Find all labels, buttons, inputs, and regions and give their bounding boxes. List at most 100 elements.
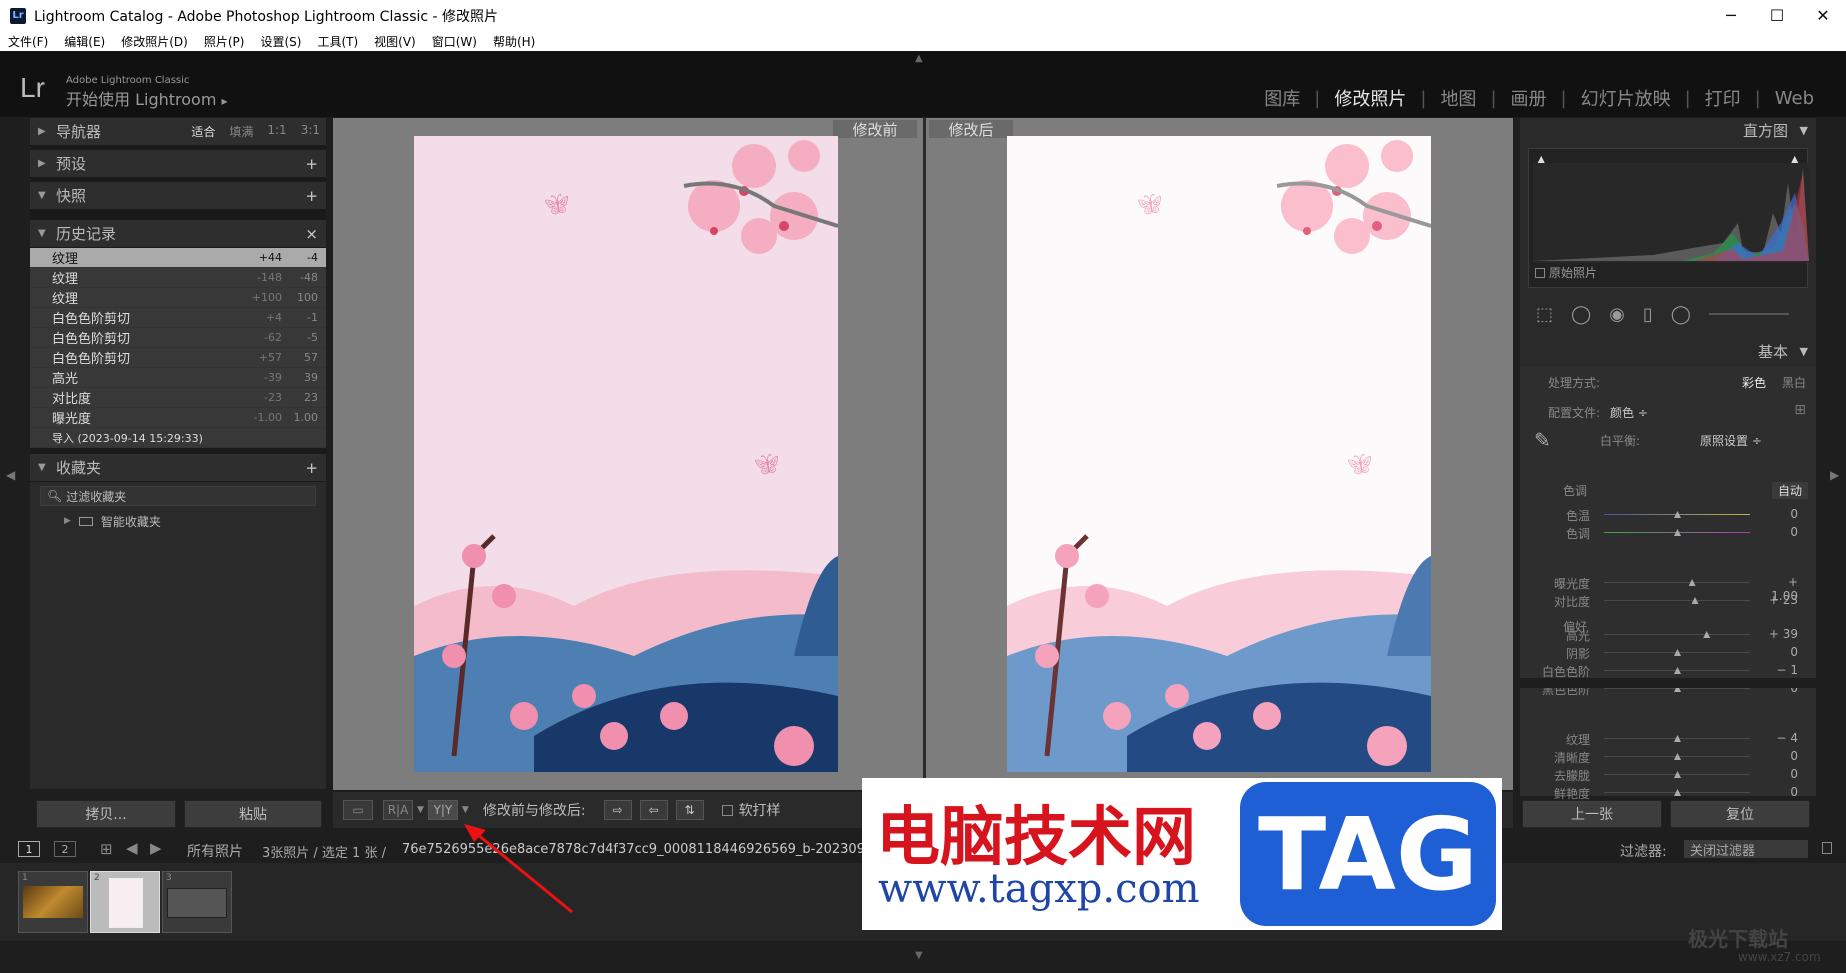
menu-tools[interactable]: 工具(T) (309, 33, 366, 50)
slider-value[interactable]: 0 (1758, 645, 1798, 659)
before-image[interactable]: 🦋︎ 🦋︎ (414, 136, 838, 772)
history-row[interactable]: 对比度 -23 23 (30, 388, 326, 408)
history-row[interactable]: 高光 -39 39 (30, 368, 326, 388)
add-snapshot-icon[interactable]: + (305, 187, 318, 205)
navigator-header[interactable]: ▶ 导航器 适合 填满 1:1 3:1 (30, 118, 326, 146)
menu-edit[interactable]: 编辑(E) (56, 33, 113, 50)
zoom-1-1[interactable]: 1:1 (267, 123, 286, 140)
loupe-view-icon[interactable]: ▭ (343, 800, 373, 820)
module-library[interactable]: 图库 (1250, 85, 1314, 111)
getting-started[interactable]: 开始使用 Lightroom ▸ (66, 86, 228, 110)
reset-button[interactable]: 复位 (1670, 800, 1810, 828)
secondary-window-button[interactable]: 2 (54, 841, 76, 857)
brush-slider[interactable] (1708, 313, 1789, 315)
module-map[interactable]: 地图 (1426, 85, 1490, 111)
original-photo-toggle[interactable]: 原始照片 (1535, 264, 1597, 281)
wb-select[interactable]: 原照设置 ÷ (1700, 432, 1762, 449)
treatment-color[interactable]: 彩色 (1742, 374, 1766, 391)
slider-value[interactable]: − 4 (1758, 731, 1798, 745)
top-panel-toggle-icon[interactable]: ▲ (915, 53, 923, 64)
slider-track[interactable] (1604, 600, 1750, 601)
red-eye-icon[interactable]: ◉ (1609, 304, 1625, 325)
snapshots-header[interactable]: ▼ 快照 + (30, 182, 326, 210)
module-book[interactable]: 画册 (1497, 85, 1561, 111)
previous-button[interactable]: 上一张 (1522, 800, 1662, 828)
filter-select[interactable]: 关闭过滤器 (1684, 840, 1808, 859)
filmstrip-source[interactable]: 所有照片 (187, 841, 243, 861)
menu-view[interactable]: 视图(V) (366, 33, 424, 50)
grid-view-icon[interactable]: ⊞ (100, 840, 113, 858)
slider-value[interactable]: + 23 (1758, 593, 1798, 607)
menu-develop[interactable]: 修改照片(D) (113, 33, 196, 50)
slider-value[interactable]: 0 (1758, 507, 1798, 521)
zoom-3-1[interactable]: 3:1 (301, 123, 320, 140)
copy-before-to-after-icon[interactable]: ⇨ (603, 800, 632, 820)
thumbnail[interactable]: 1 (18, 871, 88, 933)
module-print[interactable]: 打印 (1691, 85, 1755, 111)
collections-header[interactable]: ▼ 收藏夹 + (30, 454, 326, 482)
copy-button[interactable]: 拷贝... (36, 800, 176, 828)
crop-icon[interactable]: ⬚ (1536, 304, 1553, 325)
bottom-panel-toggle-icon[interactable]: ▼ (915, 950, 923, 961)
slider-value[interactable]: 0 (1758, 767, 1798, 781)
minimize-icon[interactable]: ─ (1708, 0, 1754, 31)
history-header[interactable]: ▼ 历史记录 × (30, 220, 326, 248)
history-row[interactable]: 导入 (2023-09-14 15:29:33) (30, 428, 326, 448)
close-icon[interactable]: ✕ (1800, 0, 1846, 31)
history-row[interactable]: 白色色阶剪切 +4 -1 (30, 308, 326, 328)
swap-before-after-icon[interactable]: ⇅ (675, 800, 704, 820)
module-develop[interactable]: 修改照片 (1320, 85, 1420, 111)
presets-header[interactable]: ▶ 预设 + (30, 150, 326, 178)
history-row[interactable]: 纹理 +44 -4 (30, 248, 326, 268)
thumbnail[interactable]: 3 (162, 871, 232, 933)
profile-select[interactable]: 颜色 ÷ (1610, 404, 1648, 421)
slider-track[interactable] (1604, 634, 1750, 635)
slider-value[interactable]: − 1 (1758, 663, 1798, 677)
after-image[interactable]: 🦋︎ 🦋︎ (1007, 136, 1431, 772)
spot-removal-icon[interactable]: ◯ (1571, 304, 1591, 325)
menu-settings[interactable]: 设置(S) (252, 33, 309, 50)
menu-file[interactable]: 文件(F) (0, 33, 56, 50)
slider-value[interactable]: + 39 (1758, 627, 1798, 641)
treatment-bw[interactable]: 黑白 (1782, 374, 1806, 391)
zoom-fit[interactable]: 适合 (191, 123, 215, 140)
forward-arrow-icon[interactable]: ▶ (150, 839, 162, 857)
slider-track[interactable] (1604, 582, 1750, 583)
paste-button[interactable]: 粘贴 (184, 800, 322, 828)
before-after-ra-button[interactable]: R|A (383, 800, 413, 820)
menu-photo[interactable]: 照片(P) (196, 33, 253, 50)
filter-lock-icon[interactable] (1822, 842, 1832, 854)
zoom-fill[interactable]: 填满 (229, 123, 253, 140)
history-row[interactable]: 纹理 +100 100 (30, 288, 326, 308)
slider-value[interactable]: 0 (1758, 749, 1798, 763)
history-row[interactable]: 纹理 -148 -48 (30, 268, 326, 288)
histogram[interactable]: ▲ ▲ 原始照片 (1528, 148, 1809, 288)
primary-window-button[interactable]: 1 (18, 841, 40, 857)
menu-window[interactable]: 窗口(W) (424, 33, 485, 50)
history-row[interactable]: 白色色阶剪切 +57 57 (30, 348, 326, 368)
filter-collections-field[interactable]: 🔍︎ 过滤收藏夹 (40, 486, 316, 506)
slider-value[interactable]: 0 (1758, 785, 1798, 799)
thumbnail-selected[interactable]: 2 (90, 871, 160, 933)
right-panel-toggle-icon[interactable]: ▶ (1830, 468, 1839, 482)
module-web[interactable]: Web (1761, 88, 1828, 109)
copy-after-to-before-icon[interactable]: ⇦ (639, 800, 668, 820)
module-slideshow[interactable]: 幻灯片放映 (1567, 85, 1685, 111)
before-after-yy-button[interactable]: Y|Y (427, 800, 458, 820)
histogram-header[interactable]: 直方图 ▼ (1520, 118, 1816, 144)
maximize-icon[interactable]: ☐ (1754, 0, 1800, 31)
basic-header[interactable]: 基本 ▼ (1520, 340, 1816, 364)
chevron-down-icon[interactable]: ▼ (417, 805, 424, 815)
history-row[interactable]: 曝光度 -1.00 1.00 (30, 408, 326, 428)
back-arrow-icon[interactable]: ◀ (126, 839, 138, 857)
history-row[interactable]: 白色色阶剪切 -62 -5 (30, 328, 326, 348)
smart-collections-item[interactable]: ▶ 智能收藏夹 (30, 510, 326, 532)
slider-value[interactable]: 0 (1758, 525, 1798, 539)
soft-proof-checkbox[interactable] (721, 804, 733, 816)
profile-browser-icon[interactable]: ⊞ (1794, 402, 1806, 418)
auto-tone-button[interactable]: 自动 (1771, 482, 1808, 499)
eyedropper-icon[interactable]: ✎ (1534, 428, 1551, 452)
chevron-down-icon[interactable]: ▼ (462, 805, 469, 815)
left-panel-toggle-icon[interactable]: ◀ (6, 468, 15, 482)
clear-history-icon[interactable]: × (305, 225, 318, 243)
